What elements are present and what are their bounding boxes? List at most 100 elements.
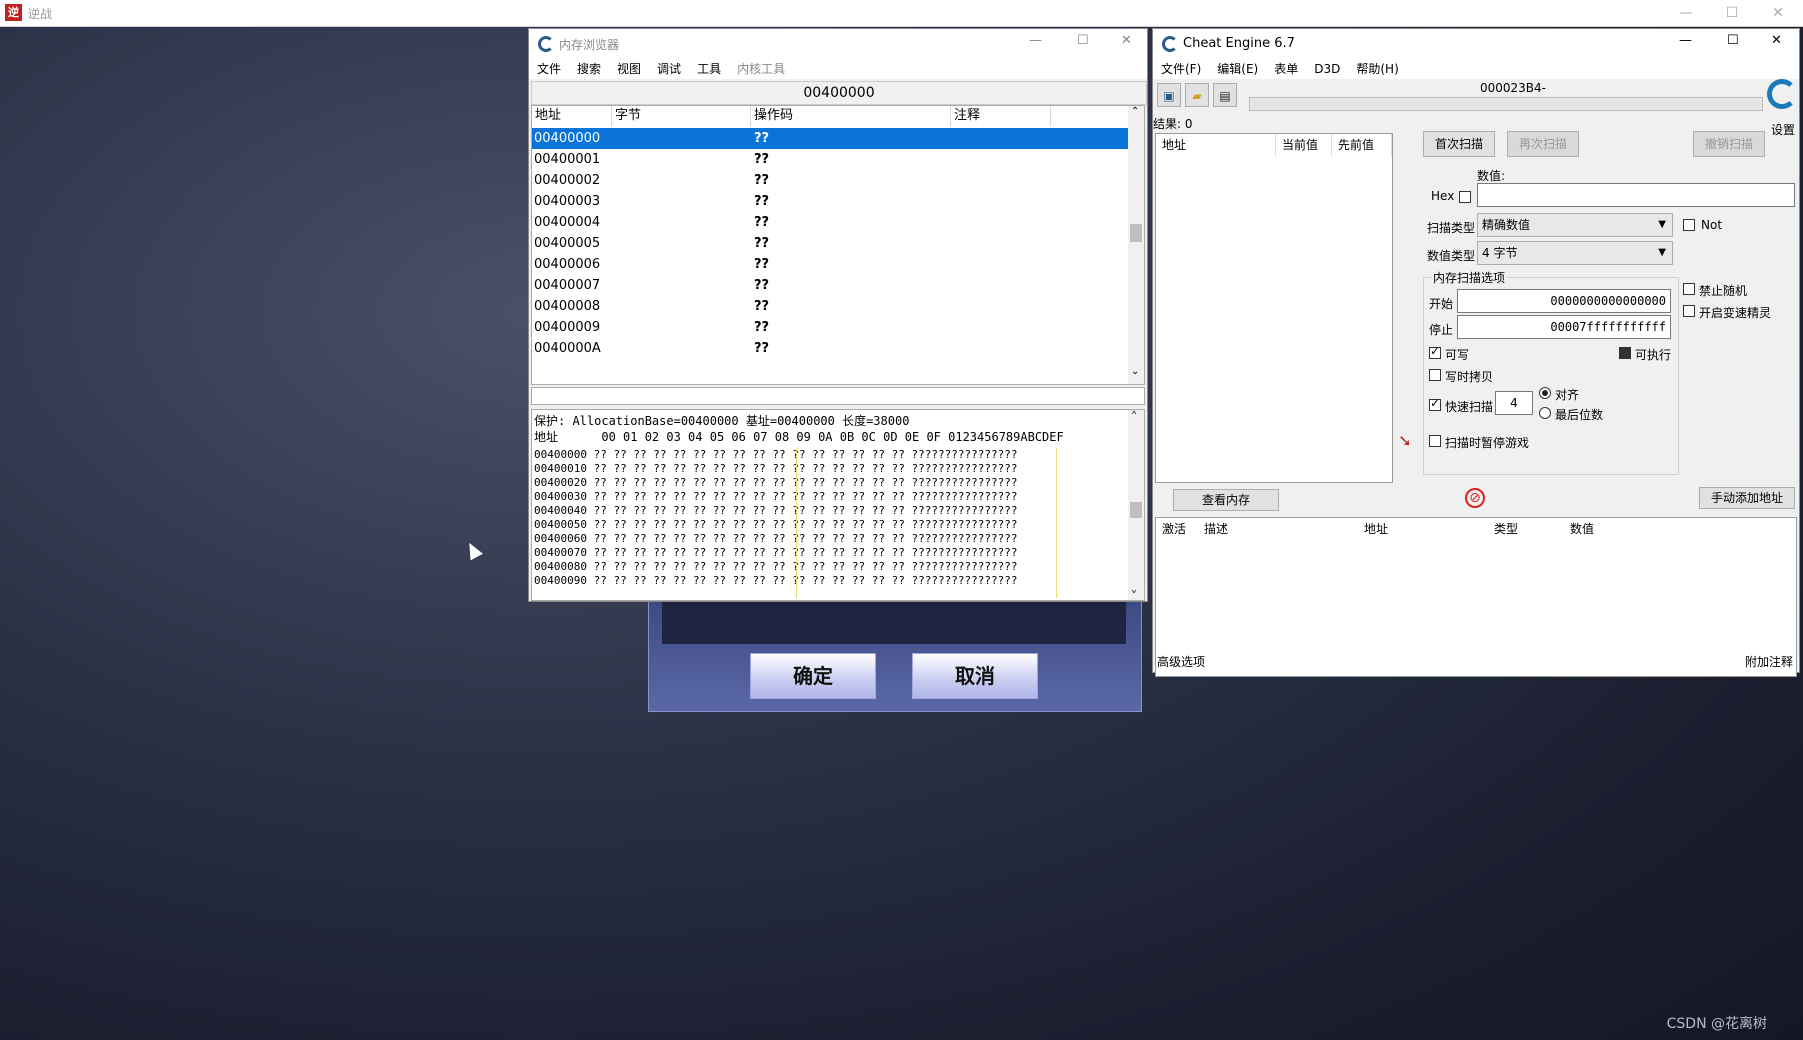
- first-scan-button[interactable]: 首次扫描: [1423, 131, 1495, 157]
- next-scan-button[interactable]: 再次扫描: [1507, 131, 1579, 157]
- hex-dump-panel[interactable]: 保护: AllocationBase=00400000 基址=00400000 …: [531, 409, 1145, 601]
- disassembly-row[interactable]: 00400006??: [532, 254, 1132, 275]
- hex-row[interactable]: 00400030 ?? ?? ?? ?? ?? ?? ?? ?? ?? ?? ?…: [534, 490, 1017, 503]
- hex-row[interactable]: 00400010 ?? ?? ?? ?? ?? ?? ?? ?? ?? ?? ?…: [534, 462, 1017, 475]
- fast-scan-checkbox[interactable]: [1429, 396, 1441, 411]
- disassembly-row[interactable]: 00400007??: [532, 275, 1132, 296]
- cheat-table[interactable]: 激活 描述 地址 类型 数值: [1155, 517, 1797, 677]
- hex-row[interactable]: 00400070 ?? ?? ?? ?? ?? ?? ?? ?? ?? ?? ?…: [534, 546, 1017, 559]
- memory-address-bar[interactable]: 00400000: [531, 81, 1147, 105]
- menu-kernel-tools[interactable]: 内核工具: [729, 59, 793, 79]
- found-address-list[interactable]: 地址 当前值 先前值: [1155, 133, 1393, 483]
- menu-file[interactable]: 文件(F): [1153, 59, 1209, 79]
- table-header-type[interactable]: 类型: [1488, 518, 1564, 540]
- found-header-previous[interactable]: 先前值: [1332, 134, 1392, 156]
- disassembly-row[interactable]: 00400001??: [532, 149, 1132, 170]
- menu-view[interactable]: 视图: [609, 59, 649, 79]
- minimize-icon[interactable]: —: [1679, 33, 1692, 48]
- view-memory-button[interactable]: 查看内存: [1173, 489, 1279, 511]
- minimize-icon[interactable]: —: [1663, 0, 1709, 26]
- column-header-opcode[interactable]: 操作码: [751, 106, 951, 126]
- scan-type-select[interactable]: 精确数值 ▼: [1477, 213, 1673, 237]
- hex-scrollbar[interactable]: ⌃ ⌄: [1128, 410, 1144, 600]
- menu-table[interactable]: 表单: [1266, 59, 1306, 79]
- add-address-manually-button[interactable]: 手动添加地址: [1699, 487, 1795, 509]
- hex-row[interactable]: 00400020 ?? ?? ?? ?? ?? ?? ?? ?? ?? ?? ?…: [534, 476, 1017, 489]
- table-header-value[interactable]: 数值: [1564, 518, 1664, 540]
- last-digits-radio[interactable]: [1539, 407, 1551, 419]
- found-header-current[interactable]: 当前值: [1276, 134, 1332, 156]
- table-header-active[interactable]: 激活: [1156, 518, 1198, 540]
- start-address-input[interactable]: 0000000000000000: [1457, 289, 1671, 313]
- open-file-icon[interactable]: ▰: [1185, 83, 1209, 107]
- no-random-checkbox[interactable]: [1683, 283, 1695, 295]
- stop-address-input[interactable]: 00007fffffffffff: [1457, 315, 1671, 339]
- menu-file[interactable]: 文件: [529, 59, 569, 79]
- scroll-down-icon[interactable]: ⌄: [1131, 366, 1139, 377]
- menu-edit[interactable]: 编辑(E): [1209, 59, 1266, 79]
- scroll-down-icon[interactable]: ⌄: [1131, 584, 1137, 595]
- disassembly-row[interactable]: 00400008??: [532, 296, 1132, 317]
- game-window-title: 逆战: [28, 7, 53, 21]
- ce-logo-icon[interactable]: [1767, 79, 1797, 109]
- value-type-select[interactable]: 4 字节 ▼: [1477, 241, 1673, 265]
- executable-checkbox[interactable]: [1619, 347, 1631, 359]
- column-header-comment[interactable]: 注释: [951, 106, 1051, 126]
- hex-checkbox[interactable]: [1459, 191, 1471, 203]
- maximize-icon[interactable]: ☐: [1727, 33, 1739, 48]
- scroll-thumb[interactable]: [1130, 224, 1142, 242]
- table-extras-link[interactable]: 附加注释: [1745, 653, 1793, 670]
- disassembly-row[interactable]: 00400000??: [532, 128, 1132, 149]
- menu-debug[interactable]: 调试: [649, 59, 689, 79]
- pause-game-checkbox[interactable]: [1429, 435, 1441, 447]
- scroll-up-icon[interactable]: ⌃: [1131, 410, 1137, 421]
- close-icon[interactable]: ✕: [1755, 0, 1801, 26]
- hex-row[interactable]: 00400000 ?? ?? ?? ?? ?? ?? ?? ?? ?? ?? ?…: [534, 448, 1017, 461]
- speedhack-checkbox[interactable]: [1683, 305, 1695, 317]
- copy-on-write-checkbox[interactable]: [1429, 369, 1441, 381]
- found-header-address[interactable]: 地址: [1156, 134, 1276, 156]
- hex-row[interactable]: 00400090 ?? ?? ?? ?? ?? ?? ?? ?? ?? ?? ?…: [534, 574, 1017, 587]
- close-icon[interactable]: ✕: [1121, 33, 1132, 48]
- table-header-description[interactable]: 描述: [1198, 518, 1358, 540]
- disassembly-scrollbar[interactable]: ⌃ ⌄: [1128, 106, 1144, 384]
- hex-row[interactable]: 00400080 ?? ?? ?? ?? ?? ?? ?? ?? ?? ?? ?…: [534, 560, 1017, 573]
- disassembly-panel[interactable]: 地址 字节 操作码 注释 00400000?? 00400001?? 0040000…: [531, 105, 1145, 385]
- disassembly-row[interactable]: 00400009??: [532, 317, 1132, 338]
- maximize-icon[interactable]: ☐: [1077, 33, 1089, 48]
- undo-scan-button[interactable]: 撤销扫描: [1693, 131, 1765, 157]
- disassembly-row[interactable]: 00400003??: [532, 191, 1132, 212]
- menu-tools[interactable]: 工具: [689, 59, 729, 79]
- hex-row[interactable]: 00400040 ?? ?? ?? ?? ?? ?? ?? ?? ?? ?? ?…: [534, 504, 1017, 517]
- maximize-icon[interactable]: ☐: [1709, 0, 1755, 26]
- disassembly-row[interactable]: 00400005??: [532, 233, 1132, 254]
- column-header-bytes[interactable]: 字节: [612, 106, 751, 126]
- value-input[interactable]: [1477, 183, 1795, 207]
- advanced-options-link[interactable]: 高级选项: [1157, 653, 1205, 670]
- add-to-list-arrow-icon[interactable]: ➘: [1395, 431, 1415, 451]
- open-process-icon[interactable]: ▣: [1157, 83, 1181, 107]
- menu-help[interactable]: 帮助(H): [1348, 59, 1406, 79]
- game-ok-button[interactable]: 确定: [750, 653, 876, 699]
- stop-icon[interactable]: ⊘: [1465, 488, 1485, 508]
- hex-row[interactable]: 00400050 ?? ?? ?? ?? ?? ?? ?? ?? ?? ?? ?…: [534, 518, 1017, 531]
- menu-search[interactable]: 搜索: [569, 59, 609, 79]
- settings-link[interactable]: 设置: [1771, 121, 1795, 138]
- game-cancel-button[interactable]: 取消: [912, 653, 1038, 699]
- hex-row[interactable]: 00400060 ?? ?? ?? ?? ?? ?? ?? ?? ?? ?? ?…: [534, 532, 1017, 545]
- close-icon[interactable]: ✕: [1771, 33, 1782, 48]
- menu-d3d[interactable]: D3D: [1306, 59, 1348, 79]
- save-icon[interactable]: ▤: [1213, 83, 1237, 107]
- align-radio[interactable]: [1539, 387, 1551, 399]
- disassembly-row[interactable]: 00400004??: [532, 212, 1132, 233]
- table-header-address[interactable]: 地址: [1358, 518, 1488, 540]
- column-header-address[interactable]: 地址: [532, 106, 612, 126]
- not-checkbox[interactable]: [1683, 219, 1695, 231]
- writable-checkbox[interactable]: [1429, 344, 1441, 359]
- scroll-up-icon[interactable]: ⌃: [1131, 106, 1139, 117]
- scroll-thumb[interactable]: [1130, 502, 1142, 518]
- minimize-icon[interactable]: —: [1029, 33, 1042, 48]
- fast-scan-alignment-input[interactable]: 4: [1495, 391, 1533, 415]
- disassembly-row[interactable]: 00400002??: [532, 170, 1132, 191]
- disassembly-row[interactable]: 0040000A??: [532, 338, 1132, 359]
